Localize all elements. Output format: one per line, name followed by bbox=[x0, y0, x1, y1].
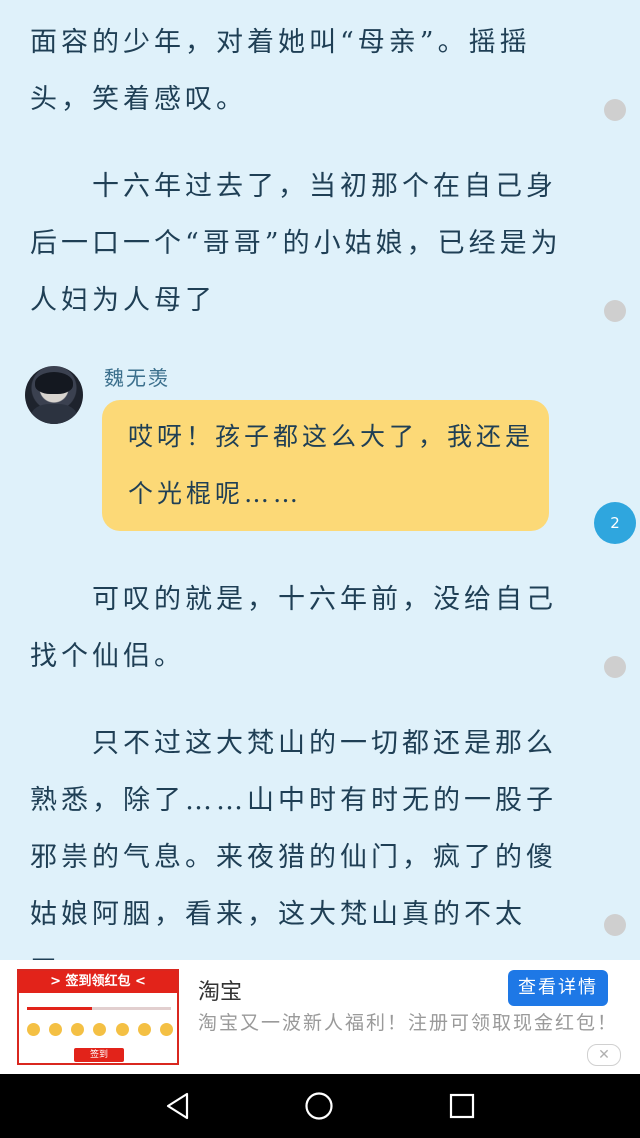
paragraph-comment-dot[interactable] bbox=[604, 300, 626, 322]
paragraph-1: 面容的少年，对着她叫“母亲”。摇摇头，笑着感叹。 bbox=[30, 27, 531, 115]
paragraph-2: 十六年过去了，当初那个在自己身后一口一个“哥哥”的小姑娘，已经是为人妇为人母了 bbox=[30, 171, 562, 316]
ad-details-button[interactable]: 查看详情 bbox=[508, 970, 608, 1006]
paragraph-4: 只不过这大梵山的一切都还是那么熟悉，除了……山中时有时无的一股子邪祟的气息。来夜… bbox=[30, 728, 557, 987]
paragraph-comment-dot[interactable] bbox=[604, 914, 626, 936]
ad-title[interactable]: 淘宝 bbox=[198, 974, 242, 1006]
ad-image-cta: 签到 bbox=[74, 1048, 124, 1062]
speaker-name: 魏无羡 bbox=[104, 366, 170, 390]
back-icon[interactable] bbox=[163, 1091, 193, 1121]
ad-banner[interactable]: > 签到领红包 < 签到 淘宝 淘宝又一波新人福利！注册可领取现金红包！ 查看详… bbox=[0, 960, 640, 1074]
home-icon[interactable] bbox=[304, 1091, 334, 1121]
paragraph-comment-dot[interactable] bbox=[604, 656, 626, 678]
ad-description[interactable]: 淘宝又一波新人福利！注册可领取现金红包！ bbox=[198, 1010, 618, 1036]
character-avatar[interactable] bbox=[25, 366, 83, 424]
reader-page[interactable]: 面容的少年，对着她叫“母亲”。摇摇头，笑着感叹。 十六年过去了，当初那个在自己身… bbox=[0, 0, 640, 987]
close-icon[interactable]: ✕ bbox=[587, 1044, 621, 1066]
paragraph-comment-dot[interactable] bbox=[604, 99, 626, 121]
ad-image-progress bbox=[27, 1007, 171, 1010]
ad-image-coins bbox=[27, 1023, 173, 1043]
ad-image[interactable]: > 签到领红包 < 签到 bbox=[17, 969, 179, 1065]
paragraph-3: 可叹的就是，十六年前，没给自己找个仙侣。 bbox=[30, 584, 557, 672]
comment-count-badge[interactable]: 2 bbox=[594, 502, 636, 544]
ad-image-banner: > 签到领红包 < bbox=[19, 971, 177, 993]
system-navigation-bar bbox=[0, 1074, 640, 1138]
dialogue-bubble: 哎呀！孩子都这么大了，我还是个光棍呢…… bbox=[102, 400, 549, 531]
dialogue-text: 哎呀！孩子都这么大了，我还是个光棍呢…… bbox=[128, 422, 535, 508]
recent-apps-icon[interactable] bbox=[447, 1091, 477, 1121]
